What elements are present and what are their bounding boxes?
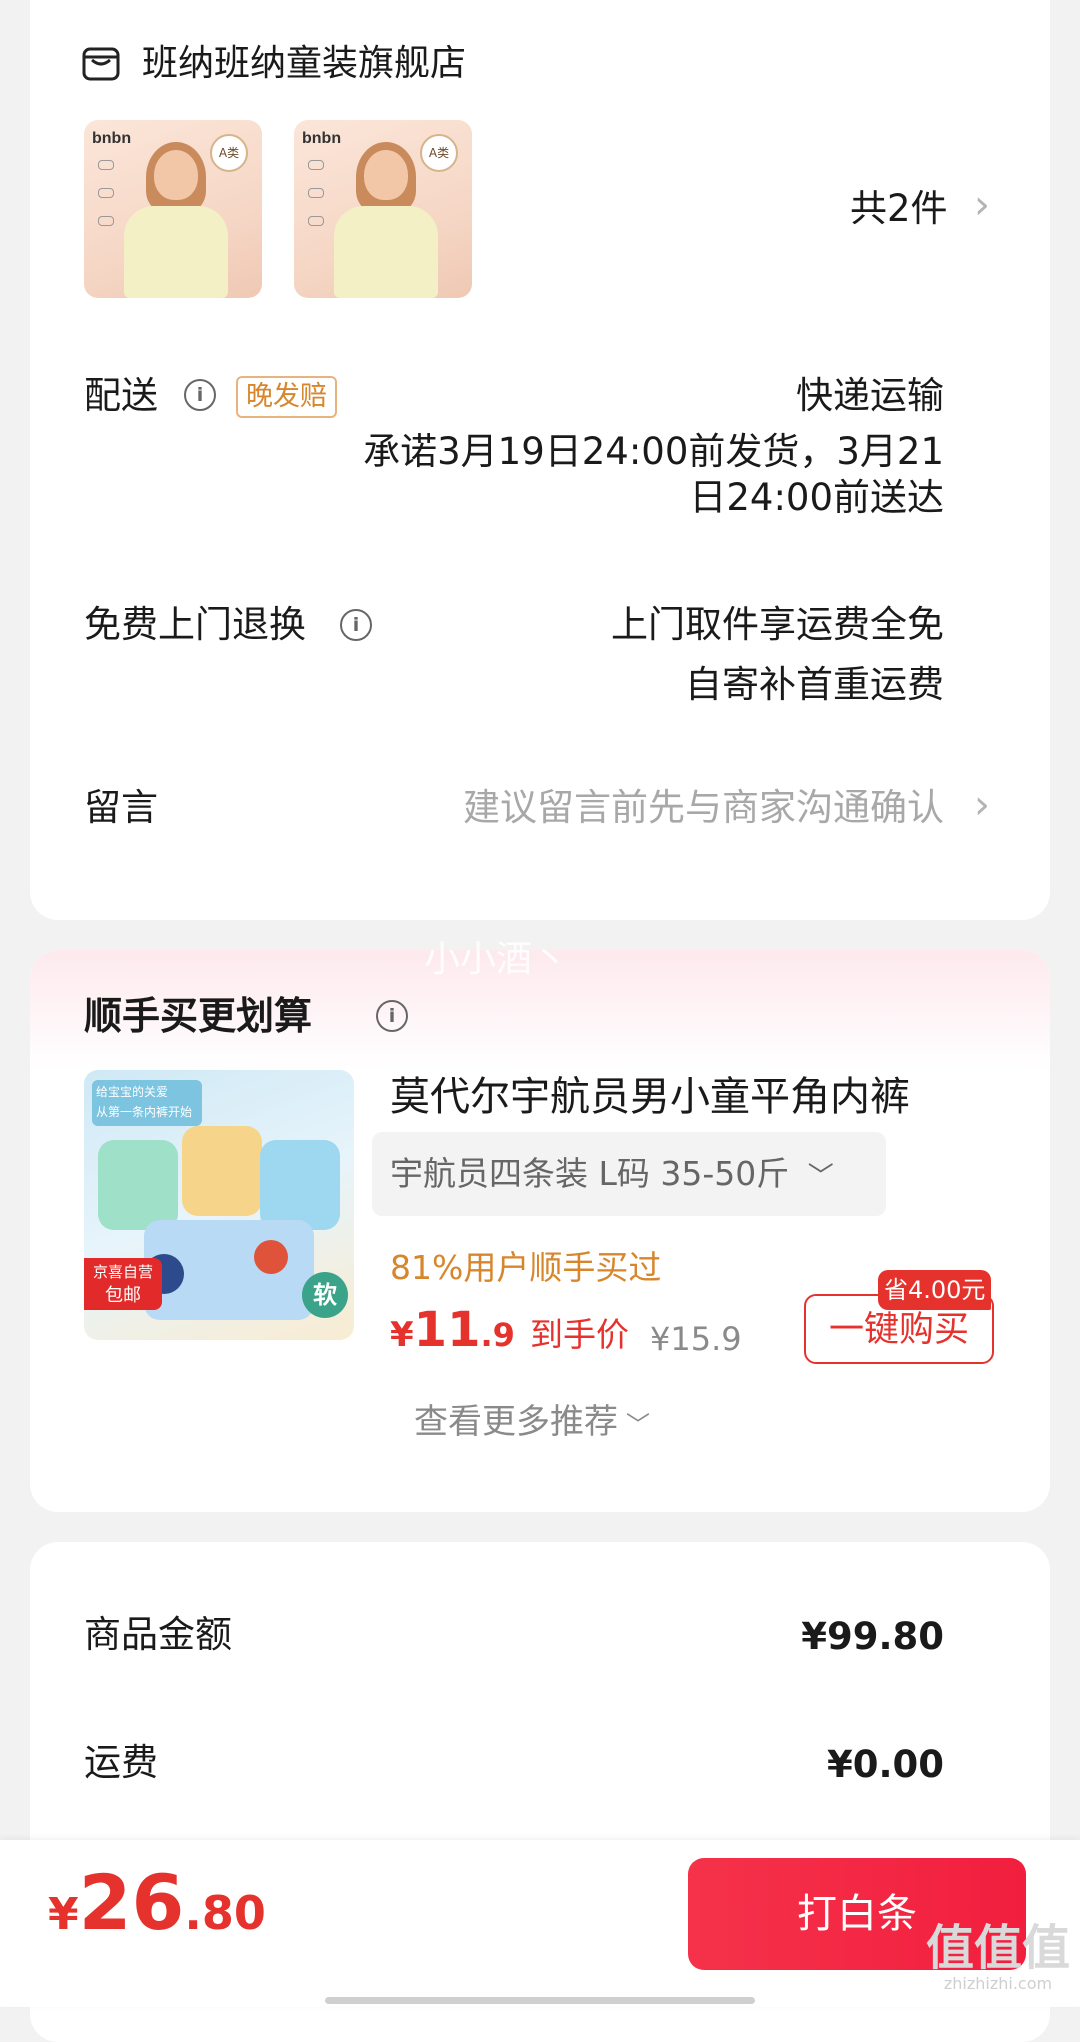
chevron-right-icon[interactable]: ›	[974, 182, 990, 228]
info-icon[interactable]: i	[376, 1000, 408, 1032]
brand-logo: bnbn	[92, 130, 132, 147]
total-price: ¥26.80	[48, 1858, 266, 1947]
chevron-down-icon: ﹀	[626, 1411, 650, 1439]
shop-name[interactable]: 班纳班纳童装旗舰店	[142, 41, 466, 87]
grade-badge: A类	[210, 134, 248, 172]
delivery-promise-2: 日24:00前送达	[689, 476, 944, 519]
social-proof: 81%用户顺手买过	[390, 1248, 662, 1287]
goods-amount-value: ¥99.80	[801, 1615, 944, 1658]
returns-label: 免费上门退换	[84, 603, 306, 646]
product-thumb[interactable]: bnbn A类	[294, 120, 472, 298]
brand-logo: bnbn	[302, 130, 342, 147]
soft-badge: 软	[302, 1272, 348, 1318]
late-compensation-tag: 晚发赔	[236, 376, 337, 418]
message-label: 留言	[84, 786, 158, 829]
delivery-promise: 承诺3月19日24:00前发货，3月21	[363, 430, 944, 473]
info-icon[interactable]: i	[340, 609, 372, 641]
watermark: 小小酒丶	[424, 939, 569, 980]
returns-line2: 自寄补首重运费	[685, 663, 944, 706]
chevron-down-icon: ﹀	[807, 1162, 834, 1192]
recommend-product-title[interactable]: 莫代尔宇航员男小童平角内裤	[390, 1072, 910, 1122]
chevron-right-icon[interactable]: ›	[974, 782, 990, 828]
home-indicator[interactable]	[325, 1997, 755, 2004]
info-icon[interactable]: i	[184, 379, 216, 411]
recommend-card: 顺手买更划算 i 给宝宝的关爱 从第一条内裤开始 京喜自营 包邮 软 莫代尔宇航员男…	[30, 950, 1050, 1512]
spec-selector[interactable]: 宇航员四条装 L码 35-50斤 ﹀	[372, 1132, 886, 1216]
message-input[interactable]: 建议留言前先与商家沟通确认	[463, 785, 944, 831]
goods-amount-label: 商品金额	[84, 1613, 232, 1656]
order-card: 班纳班纳童装旗舰店 bnbn A类 bnbn A类 共2件 › 配送 i 晚发赔…	[30, 0, 1050, 920]
image-banner: 给宝宝的关爱 从第一条内裤开始	[92, 1080, 202, 1126]
product-thumb[interactable]: bnbn A类	[84, 120, 262, 298]
recommend-title: 顺手买更划算	[84, 994, 313, 1038]
recommend-price: ¥11.9 到手价	[390, 1302, 629, 1358]
recommend-product-image[interactable]: 给宝宝的关爱 从第一条内裤开始 京喜自营 包邮 软	[84, 1070, 354, 1340]
returns-line1: 上门取件享运费全免	[611, 603, 944, 646]
delivery-label: 配送	[84, 374, 158, 417]
checkout-bar: ¥26.80 打白条	[0, 1840, 1080, 2007]
spec-text: 宇航员四条装 L码 35-50斤	[390, 1154, 790, 1193]
original-price: ¥15.9	[650, 1320, 742, 1358]
store-icon	[82, 47, 120, 81]
shipping-value: ¥0.00	[826, 1743, 944, 1786]
more-recommend-link[interactable]: 查看更多推荐 ﹀	[414, 1400, 650, 1447]
item-count[interactable]: 共2件	[850, 186, 948, 232]
save-tag: 省4.00元	[878, 1270, 992, 1310]
jd-tag: 京喜自营 包邮	[84, 1258, 162, 1310]
delivery-method: 快递运输	[796, 374, 944, 417]
grade-badge: A类	[420, 134, 458, 172]
site-watermark-logo: 值值值 zhizhizhi.com	[925, 1920, 1070, 1993]
shipping-label: 运费	[84, 1741, 158, 1784]
